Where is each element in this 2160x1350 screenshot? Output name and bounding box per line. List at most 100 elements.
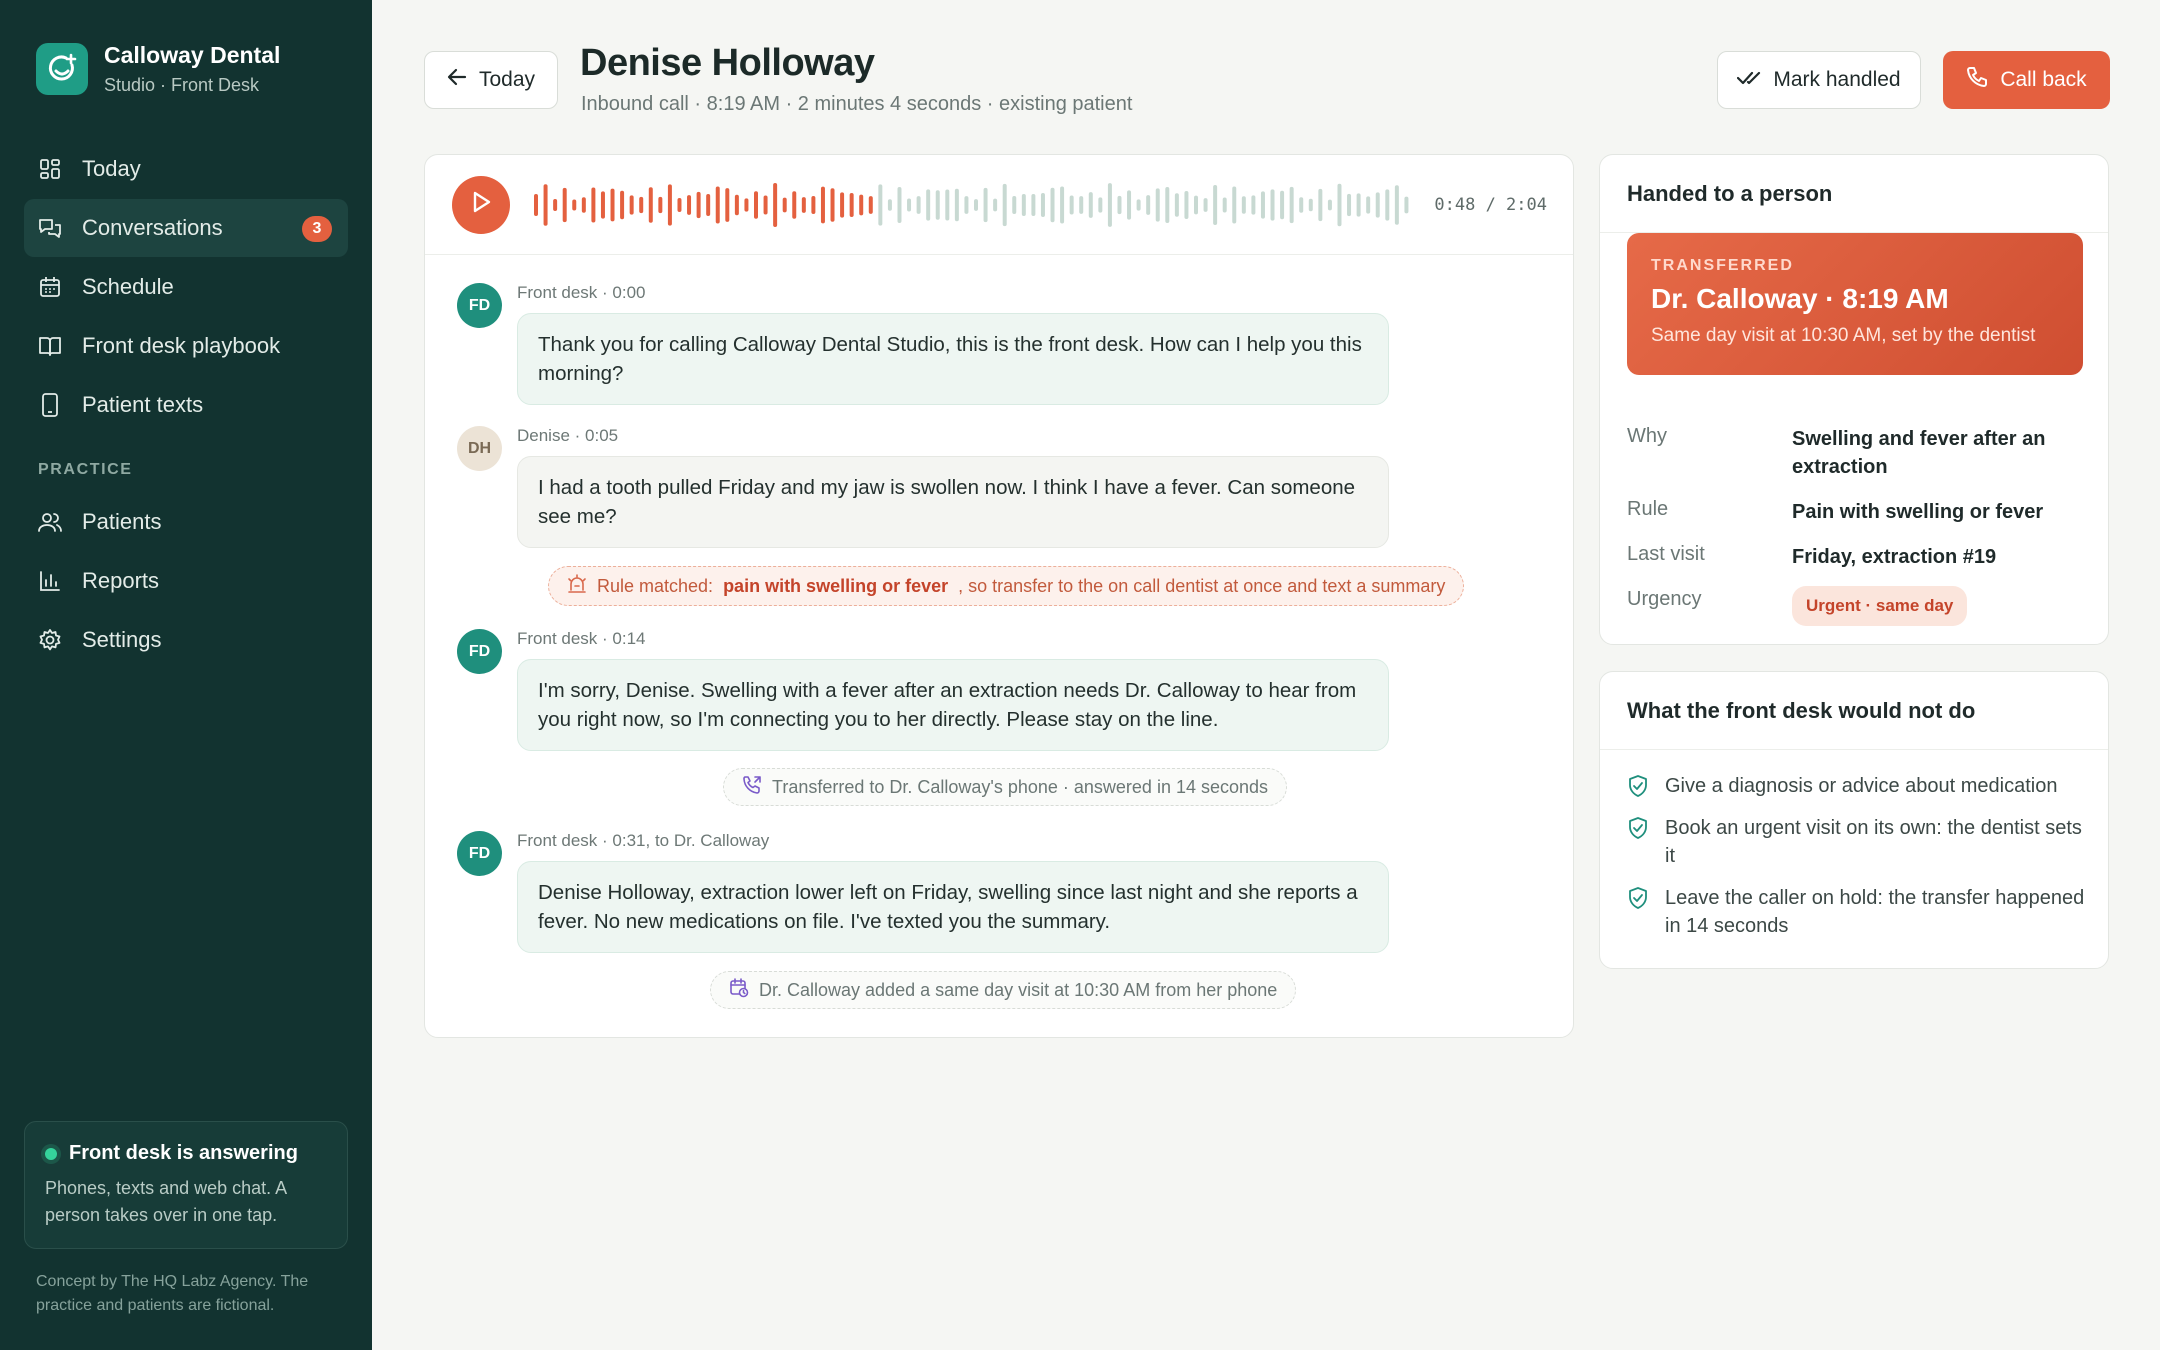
- transfer-target: Dr. Calloway · 8:19 AM: [1651, 283, 1949, 314]
- sidebar-item-schedule[interactable]: Schedule: [24, 258, 348, 316]
- transfer-status-label: TRANSFERRED: [1651, 257, 1794, 274]
- last-visit-value: Friday, extraction #19: [1792, 546, 1997, 568]
- waveform-bar: [1308, 198, 1313, 211]
- urgency-badge: Urgent · same day: [1792, 586, 1968, 626]
- waveform-bar: [1098, 196, 1103, 213]
- waveform-bar: [1079, 195, 1084, 214]
- why-value: Swelling and fever after an extraction: [1792, 428, 2046, 478]
- waveform-bar: [734, 194, 739, 215]
- waveform-bar: [543, 183, 548, 226]
- waveform-bar: [897, 186, 902, 223]
- page-title: Denise Holloway: [580, 42, 875, 84]
- waveform-bar: [820, 186, 825, 223]
- last-visit-row: Last visit Friday, extraction #19: [1627, 543, 2083, 573]
- waveform-bar: [954, 188, 959, 221]
- waveform-bar: [715, 186, 720, 223]
- online-status-icon: [45, 1147, 57, 1160]
- status-text: Phones, texts and web chat. A person tak…: [45, 1178, 287, 1225]
- waveform-bar: [1194, 195, 1198, 214]
- waveform-bar: [1289, 186, 1294, 223]
- waveform-bar: [993, 198, 998, 211]
- sidebar-item-playbook[interactable]: Front desk playbook: [24, 317, 348, 375]
- sidebar-item-label: Patients: [82, 509, 162, 534]
- shield-check-icon: [1627, 816, 1651, 840]
- waveform-bar: [907, 197, 912, 212]
- waveform-bar: [868, 195, 873, 214]
- phone-device-icon: [38, 393, 62, 417]
- message-meta: Front desk · 0:31, to Dr. Calloway: [517, 831, 770, 850]
- avatar: DH: [457, 426, 502, 471]
- waveform-bar: [1203, 197, 1208, 212]
- waveform-bar: [1299, 196, 1304, 213]
- waveform-bar: [1318, 188, 1323, 221]
- waveform-bar: [1088, 191, 1093, 218]
- calendar-clock-icon: [729, 977, 749, 1003]
- sidebar-item-patients[interactable]: Patients: [24, 493, 348, 551]
- waveform-bar: [983, 187, 988, 222]
- waveform-bar: [1031, 193, 1036, 216]
- waveform-bar: [849, 192, 854, 217]
- message-meta: Front desk · 0:14: [517, 629, 646, 648]
- waveform-bar: [792, 190, 797, 219]
- audio-waveform[interactable]: [532, 180, 1412, 230]
- waveform-bar: [629, 194, 634, 215]
- waveform-bar: [591, 186, 596, 223]
- sidebar-item-label: Reports: [82, 568, 160, 593]
- main-nav: Today Conversations 3 Schedule Front des…: [24, 140, 348, 435]
- play-button[interactable]: [452, 175, 510, 234]
- waveform-bar: [974, 198, 978, 211]
- transfer-detail: Same day visit at 10:30 AM, set by the d…: [1651, 325, 2036, 346]
- waveform-bar: [1366, 195, 1371, 214]
- mark-handled-button[interactable]: Mark handled: [1717, 51, 1921, 109]
- handoff-card-title: Handed to a person: [1600, 155, 2108, 233]
- guardrail-item: Leave the caller on hold: the transfer h…: [1627, 884, 2087, 940]
- waveform-bar: [754, 190, 758, 219]
- waveform-bar: [572, 198, 577, 211]
- waveform-bar: [773, 182, 778, 227]
- sidebar-item-label: Schedule: [82, 274, 174, 299]
- shield-check-icon: [1627, 886, 1651, 910]
- grid-icon: [38, 157, 62, 181]
- rule-matched-pill: Rule matched: pain with swelling or feve…: [548, 566, 1465, 606]
- waveform-bar: [534, 193, 538, 216]
- rule-row: Rule Pain with swelling or fever: [1627, 498, 2083, 528]
- sidebar-item-conversations[interactable]: Conversations 3: [24, 199, 348, 257]
- brand: Calloway Dental Studio · Front Desk: [36, 42, 280, 96]
- sidebar-item-today[interactable]: Today: [24, 140, 348, 198]
- last-visit-label: Last visit: [1627, 543, 1705, 565]
- status-heading: Front desk is answering: [45, 1142, 327, 1165]
- waveform-bar: [581, 196, 586, 213]
- back-button-label: Today: [478, 68, 536, 91]
- sidebar-item-reports[interactable]: Reports: [24, 552, 348, 610]
- waveform-bar: [1251, 194, 1256, 215]
- back-today-button[interactable]: Today: [424, 51, 558, 109]
- waveform-bar: [916, 195, 921, 214]
- waveform-bar: [706, 193, 711, 216]
- sidebar-item-patient-texts[interactable]: Patient texts: [24, 376, 348, 434]
- bar-chart-icon: [38, 569, 62, 593]
- guardrails-card-title: What the front desk would not do: [1600, 672, 2108, 750]
- message-bubble: Denise Holloway, extraction lower left o…: [517, 861, 1389, 953]
- sidebar-item-settings[interactable]: Settings: [24, 611, 348, 669]
- waveform-bar: [696, 191, 701, 218]
- rule-highlight: pain with swelling or fever: [723, 575, 949, 596]
- waveform-bar: [744, 197, 749, 212]
- waveform-bar: [1069, 195, 1074, 214]
- waveform-bar: [1337, 183, 1342, 226]
- arrow-left-icon: [447, 68, 467, 92]
- waveform-bar: [878, 183, 883, 226]
- phone-forward-icon: [742, 775, 762, 800]
- playback-time: 0:48 / 2:04: [1434, 195, 1547, 215]
- audio-player: 0:48 / 2:04: [425, 155, 1573, 255]
- waveform-bar: [1040, 192, 1045, 217]
- guardrail-item: Book an urgent visit on its own: the den…: [1627, 814, 2087, 870]
- transfer-event-text: Transferred to Dr. Calloway's phone · an…: [772, 776, 1269, 797]
- chat-icon: [38, 216, 62, 240]
- message-bubble: I'm sorry, Denise. Swelling with a fever…: [517, 659, 1389, 751]
- call-back-button[interactable]: Call back: [1943, 51, 2110, 109]
- waveform-bar: [1232, 185, 1237, 224]
- waveform-bar: [639, 196, 644, 213]
- waveform-bar: [725, 187, 730, 222]
- waveform-bar: [1174, 192, 1179, 217]
- waveform-bar: [1107, 182, 1112, 227]
